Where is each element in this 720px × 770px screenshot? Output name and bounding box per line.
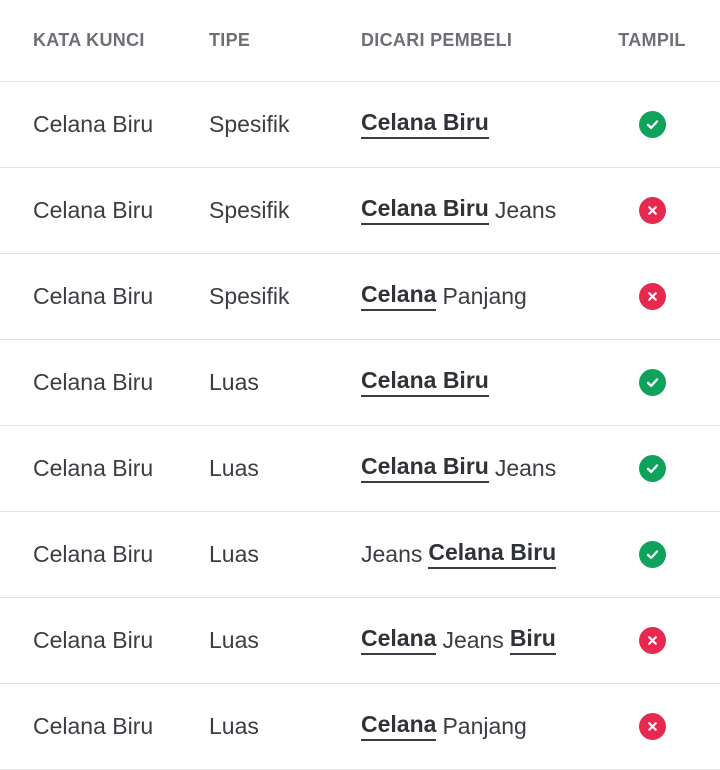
extra-term: Jeans xyxy=(361,541,423,567)
matched-term: Celana xyxy=(361,282,437,311)
matched-term: Biru xyxy=(509,626,556,655)
keyword-cell: Celana Biru xyxy=(33,283,154,309)
type-cell: Spesifik xyxy=(209,283,290,309)
extra-term: Jeans xyxy=(442,627,504,653)
matched-term: Celana Biru xyxy=(361,110,489,139)
keyword-cell: Celana Biru xyxy=(33,369,154,395)
show-status-cell xyxy=(598,254,706,339)
table-row: Celana Biru Spesifik Celana Biru xyxy=(0,82,720,168)
search-term-cell: Celana Biru Jeans xyxy=(361,426,556,511)
table-header: KATA KUNCI TIPE DICARI PEMBELI TAMPIL xyxy=(0,0,720,82)
check-icon xyxy=(638,369,666,396)
type-cell: Spesifik xyxy=(209,111,290,137)
extra-term: Panjang xyxy=(442,713,527,739)
matched-term: Celana Biru xyxy=(361,368,489,397)
matched-term: Celana Biru xyxy=(428,540,557,569)
matched-term: Celana xyxy=(361,626,437,655)
search-term-cell: Celana Biru xyxy=(361,340,489,425)
show-status-cell xyxy=(598,512,706,597)
table-row: Celana Biru Luas Celana Jeans Biru xyxy=(0,598,720,684)
show-status-cell xyxy=(598,598,706,683)
matched-term: Celana xyxy=(361,712,437,741)
show-status-cell xyxy=(598,340,706,425)
search-term-cell: Celana Biru Jeans xyxy=(361,168,556,253)
type-cell: Luas xyxy=(209,455,259,481)
check-icon xyxy=(638,541,666,568)
keyword-cell: Celana Biru xyxy=(33,713,154,739)
show-status-cell xyxy=(598,684,706,769)
show-status-cell xyxy=(598,426,706,511)
check-icon xyxy=(638,455,666,482)
table-row: Celana Biru Luas Celana Panjang xyxy=(0,684,720,770)
search-term-cell: Celana Biru xyxy=(361,82,489,167)
table-row: Celana Biru Luas Jeans Celana Biru xyxy=(0,512,720,598)
keyword-cell: Celana Biru xyxy=(33,627,154,653)
matched-term: Celana Biru xyxy=(361,196,489,225)
show-status-cell xyxy=(598,168,706,253)
check-icon xyxy=(638,111,666,138)
keyword-cell: Celana Biru xyxy=(33,455,154,481)
keyword-cell: Celana Biru xyxy=(33,111,154,137)
cross-icon xyxy=(638,283,666,310)
cross-icon xyxy=(638,713,666,740)
type-cell: Luas xyxy=(209,369,259,395)
search-term-cell: Celana Panjang xyxy=(361,254,527,339)
keyword-cell: Celana Biru xyxy=(33,197,154,223)
table-row: Celana Biru Luas Celana Biru Jeans xyxy=(0,426,720,512)
table-row: Celana Biru Luas Celana Biru xyxy=(0,340,720,426)
extra-term: Jeans xyxy=(494,197,557,223)
header-search: DICARI PEMBELI xyxy=(361,30,513,50)
keyword-cell: Celana Biru xyxy=(33,541,154,567)
search-term-cell: Jeans Celana Biru xyxy=(361,512,557,597)
header-type: TIPE xyxy=(209,30,251,50)
type-cell: Spesifik xyxy=(209,197,290,223)
matched-term: Celana Biru xyxy=(361,454,489,483)
search-term-cell: Celana Panjang xyxy=(361,684,527,769)
table-row: Celana Biru Spesifik Celana Panjang xyxy=(0,254,720,340)
cross-icon xyxy=(638,627,666,654)
table-row: Celana Biru Spesifik Celana Biru Jeans xyxy=(0,168,720,254)
type-cell: Luas xyxy=(209,541,259,567)
type-cell: Luas xyxy=(209,627,259,653)
header-keyword: KATA KUNCI xyxy=(33,30,145,50)
table-body: Celana Biru Spesifik Celana Biru Celana Bir… xyxy=(0,82,720,770)
search-term-cell: Celana Jeans Biru xyxy=(361,598,556,683)
cross-icon xyxy=(638,197,666,224)
type-cell: Luas xyxy=(209,713,259,739)
extra-term: Panjang xyxy=(442,283,527,309)
extra-term: Jeans xyxy=(494,455,557,481)
keyword-match-table: KATA KUNCI TIPE DICARI PEMBELI TAMPIL Ce… xyxy=(0,0,720,770)
show-status-cell xyxy=(598,82,706,167)
header-show: TAMPIL xyxy=(618,30,686,50)
